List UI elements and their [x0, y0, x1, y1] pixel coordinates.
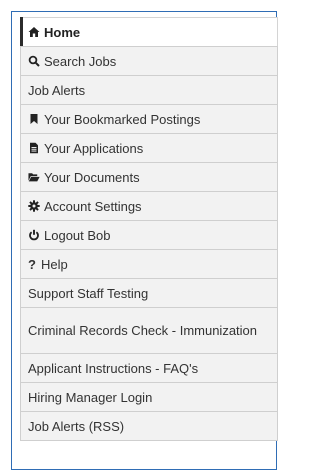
power-icon: [28, 229, 40, 241]
menu-item-criminal-records-check[interactable]: Criminal Records Check - Immunization: [20, 307, 278, 354]
gear-icon: [28, 200, 40, 212]
menu-item-label: Job Alerts (RSS): [28, 418, 125, 434]
menu-item-bookmarked-postings[interactable]: Your Bookmarked Postings: [20, 104, 278, 134]
menu-item-label: Help: [40, 256, 68, 272]
menu-item-label: Your Applications: [44, 140, 144, 156]
sidebar-menu: Home Search Jobs Job Alerts Your Bookmar…: [20, 17, 278, 441]
menu-item-search-jobs[interactable]: Search Jobs: [20, 46, 278, 76]
menu-item-job-alerts-rss[interactable]: Job Alerts (RSS): [20, 411, 278, 441]
menu-item-label: Your Documents: [44, 169, 140, 185]
menu-item-label: Applicant Instructions - FAQ's: [28, 360, 199, 376]
menu-item-label: Hiring Manager Login: [28, 389, 153, 405]
bookmark-icon: [28, 113, 40, 125]
menu-item-help[interactable]: ? Help: [20, 249, 278, 279]
menu-item-account-settings[interactable]: Account Settings: [20, 191, 278, 221]
menu-item-support-staff-testing[interactable]: Support Staff Testing: [20, 278, 278, 308]
menu-item-your-applications[interactable]: Your Applications: [20, 133, 278, 163]
menu-item-label: Job Alerts: [28, 82, 86, 98]
menu-item-label: Home: [44, 24, 81, 40]
menu-item-job-alerts[interactable]: Job Alerts: [20, 75, 278, 105]
menu-item-label: Your Bookmarked Postings: [44, 111, 201, 127]
folder-open-icon: [28, 171, 40, 183]
menu-item-your-documents[interactable]: Your Documents: [20, 162, 278, 192]
menu-item-logout[interactable]: Logout Bob: [20, 220, 278, 250]
search-icon: [28, 55, 40, 67]
file-icon: [28, 142, 40, 154]
menu-item-home[interactable]: Home: [20, 17, 278, 47]
menu-item-label: Account Settings: [44, 198, 142, 214]
menu-item-label: Logout Bob: [44, 227, 111, 243]
home-icon: [28, 26, 40, 38]
menu-item-applicant-instructions[interactable]: Applicant Instructions - FAQ's: [20, 353, 278, 383]
menu-item-label: Support Staff Testing: [28, 285, 149, 301]
question-icon: ?: [28, 256, 36, 272]
menu-item-hiring-manager-login[interactable]: Hiring Manager Login: [20, 382, 278, 412]
menu-item-label: Criminal Records Check - Immunization: [28, 323, 258, 338]
menu-item-label: Search Jobs: [44, 53, 117, 69]
